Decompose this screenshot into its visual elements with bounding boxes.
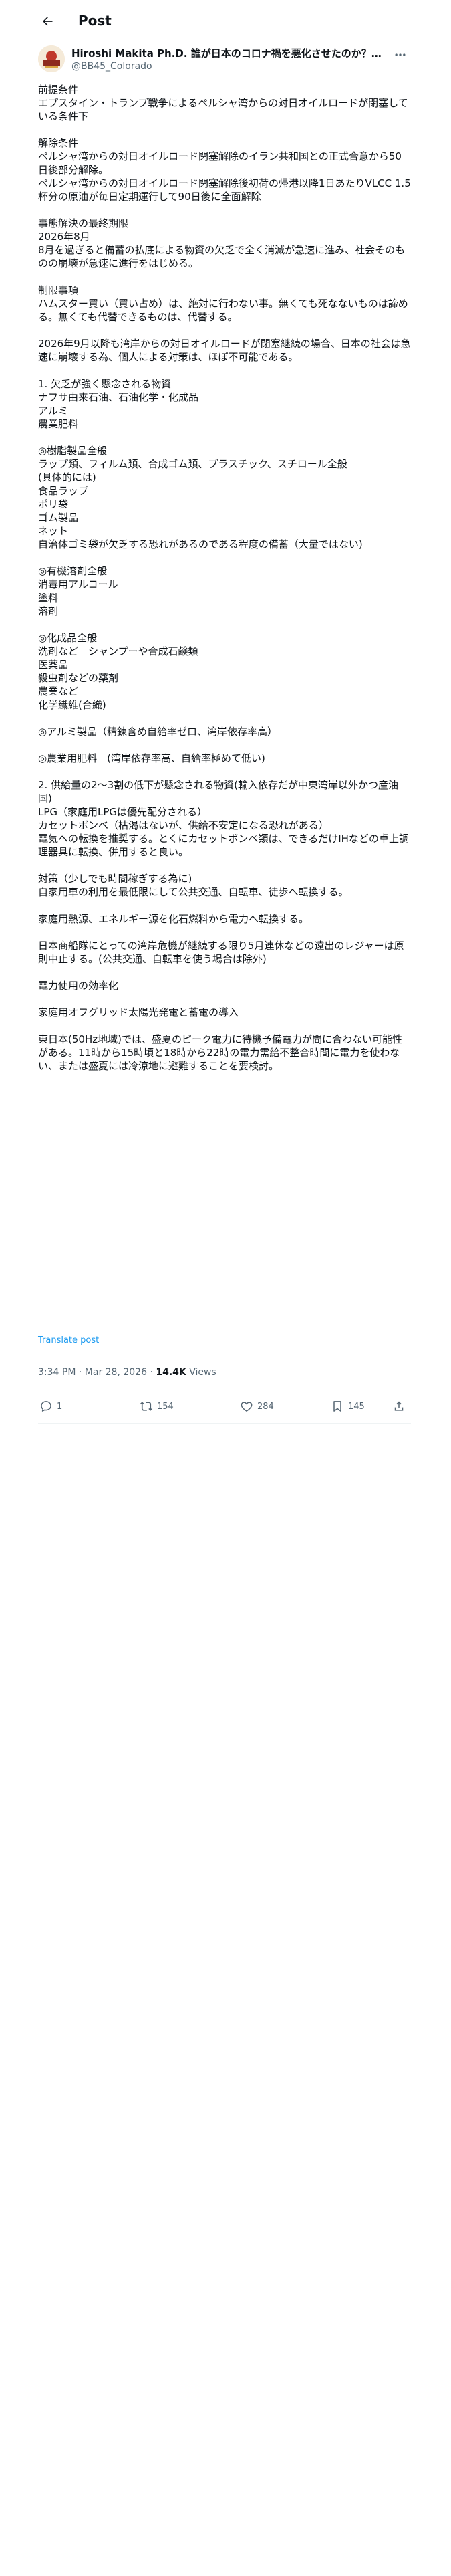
- post-author: Hiroshi Makita Ph.D. 誰が日本のコロナ禍を悪化させたのか？扶…: [38, 41, 411, 75]
- translate-post-link[interactable]: Translate post: [38, 1335, 99, 1346]
- post-meta: 3:34 PM · Mar 28, 2026 · 14.4K Views: [38, 1366, 216, 1379]
- page-header: Post: [27, 0, 422, 43]
- reply-icon: [41, 1401, 51, 1412]
- bookmark-button[interactable]: 145: [331, 1398, 365, 1415]
- post-date[interactable]: Mar 28, 2026: [85, 1367, 147, 1378]
- more-icon: [395, 53, 406, 56]
- avatar[interactable]: [38, 45, 65, 72]
- author-handle[interactable]: @BB45_Colorado: [71, 60, 152, 72]
- back-button[interactable]: [38, 12, 57, 31]
- share-button[interactable]: [392, 1398, 410, 1415]
- repost-button[interactable]: 154: [140, 1398, 174, 1415]
- share-icon: [394, 1401, 404, 1411]
- reply-count: 1: [57, 1401, 63, 1412]
- arrow-left-icon: [43, 17, 53, 26]
- post-text: 前提条件 エプスタイン・トランプ戦争によるペルシャ湾からの対日オイルロードが閉塞…: [38, 84, 411, 1072]
- like-button[interactable]: 284: [240, 1398, 274, 1415]
- heart-icon: [241, 1402, 253, 1412]
- page-title: Post: [78, 13, 112, 29]
- like-count: 284: [257, 1401, 274, 1412]
- post-time[interactable]: 3:34 PM: [38, 1367, 76, 1378]
- meta-separator: ·: [147, 1367, 156, 1378]
- repost-count: 154: [157, 1401, 174, 1412]
- repost-icon: [140, 1402, 153, 1411]
- divider: [38, 1423, 411, 1424]
- more-button[interactable]: [391, 45, 410, 64]
- views-label: Views: [189, 1367, 216, 1378]
- bookmark-icon: [333, 1401, 341, 1412]
- author-name[interactable]: Hiroshi Makita Ph.D. 誰が日本のコロナ禍を悪化させたのか？扶…: [71, 47, 386, 60]
- bookmark-count: 145: [348, 1401, 365, 1412]
- views-count[interactable]: 14.4K: [156, 1367, 186, 1378]
- post-actions: 1 154 284 145: [38, 1395, 411, 1418]
- main-column: Post Hiroshi Makita Ph.D. 誰が日本のコロナ禍を悪化させ…: [27, 0, 422, 2576]
- meta-separator: ·: [76, 1367, 85, 1378]
- reply-button[interactable]: 1: [39, 1398, 62, 1415]
